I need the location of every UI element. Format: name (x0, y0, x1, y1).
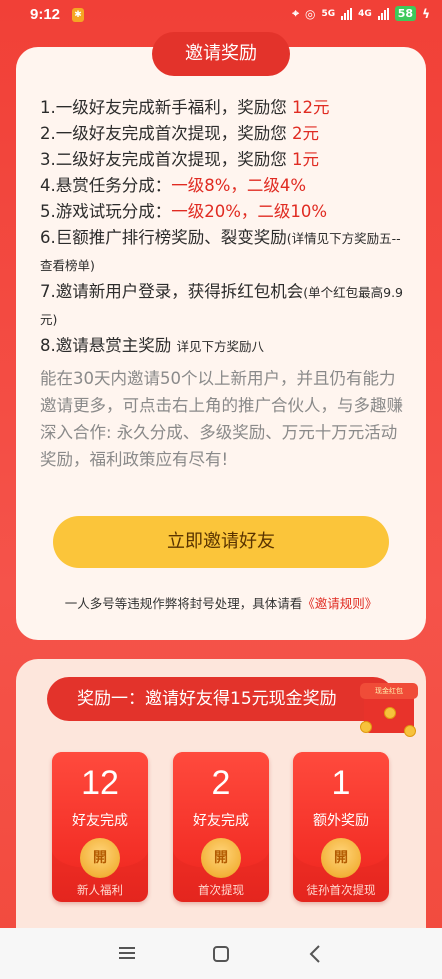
cash-gift-icon: 现金红包 (360, 677, 420, 739)
recent-apps-icon[interactable] (115, 944, 139, 968)
reward-banner: 奖励一：邀请好友得15元现金奖励 (47, 677, 395, 721)
red-envelope-1[interactable]: 12 好友完成 開 新人福利 (52, 752, 148, 902)
home-icon[interactable] (213, 946, 229, 962)
open-seal-icon[interactable]: 開 (321, 838, 361, 878)
rule-item: 3.二级好友完成首次提现，奖励您 1元 (40, 150, 319, 169)
open-seal-icon[interactable]: 開 (80, 838, 120, 878)
rule-item: 1.一级好友完成新手福利，奖励您 12元 (40, 98, 330, 117)
invite-rules-link[interactable]: 《邀请规则》 (302, 596, 377, 611)
envelope-sub: 徒孙首次提现 (306, 883, 376, 897)
back-icon[interactable] (304, 942, 328, 966)
envelope-label: 额外奖励 (313, 813, 369, 829)
charging-icon: ϟ (422, 6, 430, 21)
system-nav-bar (0, 928, 442, 979)
app-notification-icon: ✱ (72, 8, 84, 22)
signal-icon (377, 7, 389, 20)
envelope-amount: 12 (81, 764, 119, 802)
invite-friends-button[interactable]: 立即邀请好友 (53, 516, 389, 568)
envelope-amount: 1 (331, 764, 351, 802)
red-envelope-2[interactable]: 2 好友完成 開 首次提现 (173, 752, 269, 902)
rule-item: 5.游戏试玩分成：一级20%，二级10% (40, 202, 328, 221)
location-icon: ⌖ (292, 6, 299, 20)
rule-item: 8.邀请悬赏主奖励 详见下方奖励八 (40, 336, 265, 355)
hotspot-icon: ◎ (304, 6, 316, 21)
partner-description: 能在30天内邀请50个以上新用户，并且仍有能力邀请更多，可点击右上角的推广合伙人… (40, 369, 403, 469)
envelope-amount: 2 (211, 764, 231, 802)
battery-icon: 58 (394, 6, 417, 21)
status-time: 9:12 (30, 6, 61, 23)
envelope-sub: 新人福利 (77, 883, 123, 897)
envelope-label: 好友完成 (193, 813, 249, 829)
rule-item: 4.悬赏任务分成：一级8%，二级4% (40, 176, 307, 195)
signal-icon (341, 7, 353, 20)
rule-item: 2.一级好友完成首次提现，奖励您 2元 (40, 124, 319, 143)
status-bar: 9:12 ✱ ⌖ ◎ 5G 4G 58 ϟ (0, 0, 442, 30)
rule-item: 6.巨额推广排行榜奖励、裂变奖励(详情见下方奖励五--查看榜单) (40, 228, 401, 273)
invite-title: 邀请奖励 (152, 32, 290, 76)
red-envelope-3[interactable]: 1 额外奖励 開 徒孙首次提现 (293, 752, 389, 902)
rules-notice: 一人多号等违规作弊将封号处理，具体请看《邀请规则》 (64, 596, 378, 611)
open-seal-icon[interactable]: 開 (201, 838, 241, 878)
net1-label: 5G (321, 8, 336, 19)
envelope-sub: 首次提现 (198, 883, 244, 897)
rule-item: 7.邀请新用户登录，获得拆红包机会(单个红包最高9.9元) (40, 282, 404, 327)
rules-list: 1.一级好友完成新手福利，奖励您 12元 2.一级好友完成首次提现，奖励您 2元… (40, 95, 410, 360)
envelope-label: 好友完成 (72, 813, 128, 829)
net2-label: 4G (358, 8, 372, 19)
